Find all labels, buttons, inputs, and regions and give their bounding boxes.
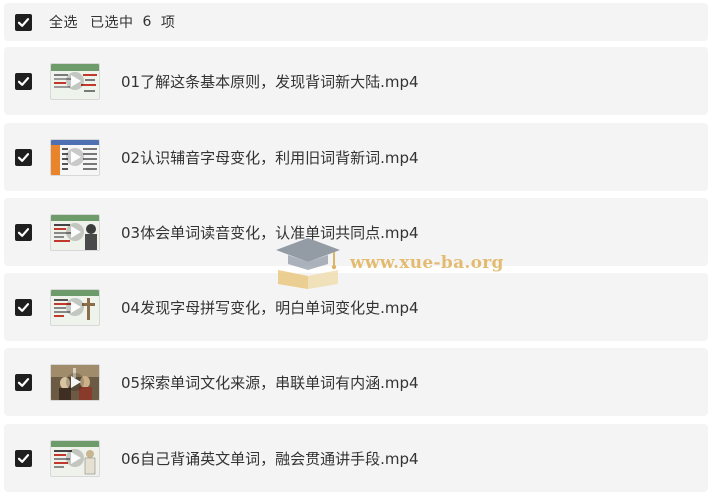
video-thumbnail[interactable] — [50, 288, 100, 326]
watermark: www.xue-ba.org — [272, 236, 504, 290]
file-name[interactable]: 05探索单词文化来源，串联单词有内涵.mp4 — [121, 372, 419, 393]
checkmark-icon — [17, 377, 30, 387]
file-checkbox[interactable] — [15, 72, 32, 90]
file-checkbox[interactable] — [15, 148, 32, 166]
file-row[interactable]: 05探索单词文化来源，串联单词有内涵.mp4 — [4, 348, 708, 416]
file-checkbox[interactable] — [15, 373, 32, 391]
play-icon[interactable] — [71, 226, 81, 238]
file-name[interactable]: 06自己背诵英文单词，融会贯通讲手段.mp4 — [121, 448, 419, 469]
play-icon[interactable] — [71, 75, 81, 87]
checkmark-icon — [17, 302, 30, 312]
play-icon[interactable] — [71, 376, 81, 388]
selected-prefix: 已选中 — [90, 15, 134, 31]
checkmark-icon — [17, 17, 30, 27]
watermark-text: www.xue-ba.org — [350, 253, 504, 273]
play-icon[interactable] — [71, 151, 81, 163]
video-thumbnail[interactable] — [50, 62, 100, 100]
select-all-label[interactable]: 全选 — [49, 12, 78, 32]
selected-count: 6 — [142, 14, 152, 30]
graduation-cap-book-icon — [276, 238, 340, 289]
file-name[interactable]: 04发现字母拼写变化，明白单词变化史.mp4 — [121, 297, 419, 318]
play-icon[interactable] — [71, 301, 81, 313]
select-all-checkbox[interactable] — [15, 13, 32, 31]
file-row[interactable]: 06自己背诵英文单词，融会贯通讲手段.mp4 — [4, 424, 708, 492]
file-name[interactable]: 02认识辅音字母变化，利用旧词背新词.mp4 — [121, 147, 419, 168]
selection-summary: 全选 已选中 6 项 — [49, 12, 175, 32]
video-thumbnail[interactable] — [50, 363, 100, 401]
file-checkbox[interactable] — [15, 223, 32, 241]
selected-suffix: 项 — [160, 15, 176, 31]
file-checkbox[interactable] — [15, 298, 32, 316]
file-checkbox[interactable] — [15, 449, 32, 467]
play-icon[interactable] — [71, 452, 81, 464]
video-thumbnail[interactable] — [50, 138, 100, 176]
checkmark-icon — [17, 227, 30, 237]
checkmark-icon — [17, 453, 30, 463]
video-thumbnail[interactable] — [50, 439, 100, 477]
file-list-panel: 全选 已选中 6 项 01了解这条基本原则，发现背词新大陆.mp4 02认识辅音… — [0, 0, 709, 500]
checkmark-icon — [17, 152, 30, 162]
file-row[interactable]: 01了解这条基本原则，发现背词新大陆.mp4 — [4, 47, 708, 115]
checkmark-icon — [17, 76, 30, 86]
file-row[interactable]: 02认识辅音字母变化，利用旧词背新词.mp4 — [4, 123, 708, 191]
video-thumbnail[interactable] — [50, 213, 100, 251]
file-name[interactable]: 01了解这条基本原则，发现背词新大陆.mp4 — [121, 71, 419, 92]
select-all-bar: 全选 已选中 6 项 — [4, 3, 708, 41]
